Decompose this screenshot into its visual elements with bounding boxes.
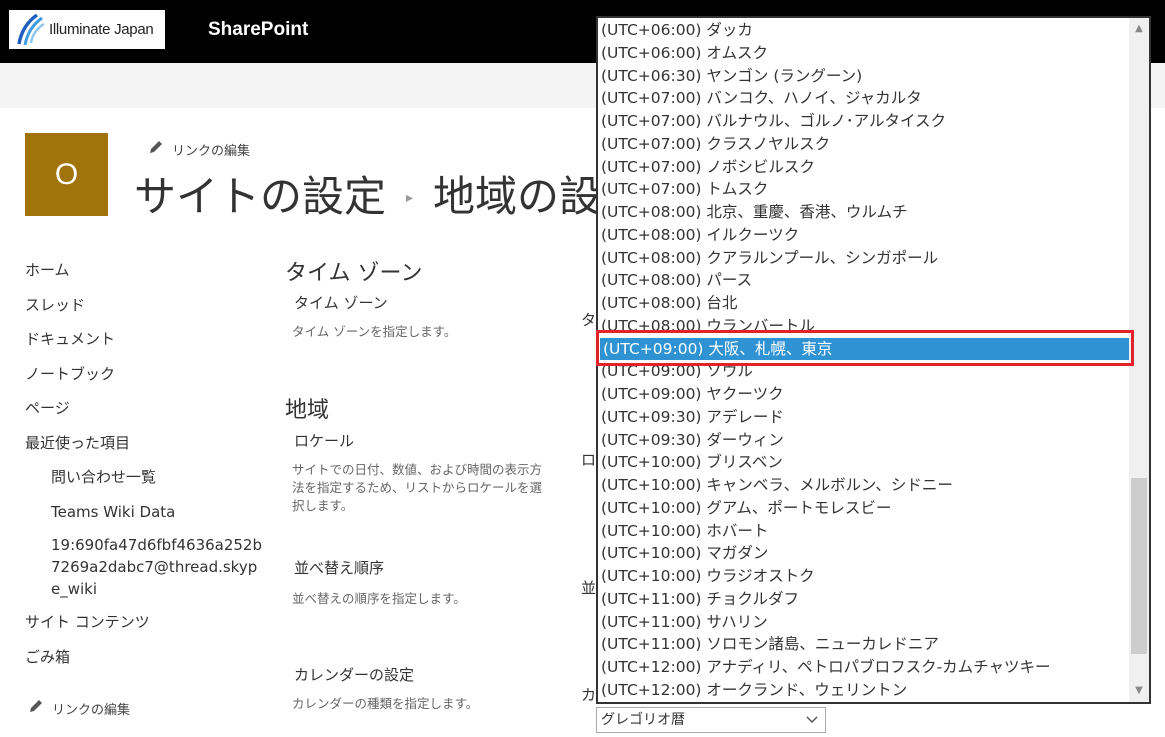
edit-links-label: リンクの編集 (172, 143, 251, 159)
edit-links-label: リンクの編集 (52, 702, 131, 718)
nav-item-documents[interactable]: ドキュメント (25, 327, 265, 362)
timezone-option[interactable]: (UTC+11:00) ソロモン諸島、ニューカレドニア (598, 633, 1129, 656)
quick-launch: ホーム スレッド ドキュメント ノートブック ページ 最近使った項目 問い合わせ… (25, 258, 265, 679)
timezone-option[interactable]: (UTC+10:00) ホバート (598, 520, 1129, 543)
site-logo[interactable]: O (25, 133, 108, 216)
calendar-select[interactable]: グレゴリオ暦 (596, 707, 826, 733)
timezone-option[interactable]: (UTC+09:30) ダーウィン (598, 429, 1129, 452)
calendar-label: カレンダーの設定 (294, 666, 415, 684)
nav-item-recent[interactable]: 最近使った項目 (25, 431, 265, 466)
nav-item-pages[interactable]: ページ (25, 396, 265, 431)
pencil-icon (148, 139, 164, 159)
company-logo[interactable]: Illuminate Japan (9, 10, 165, 49)
timezone-option[interactable]: (UTC+08:00) 台北 (598, 292, 1129, 315)
breadcrumb-site-settings[interactable]: サイトの設定 (134, 163, 386, 224)
nav-item-thread-wiki[interactable]: 19:690fa47d6fbf4636a252b7269a2dabc7@thre… (25, 534, 265, 610)
timezone-option[interactable]: (UTC+10:00) マガダン (598, 542, 1129, 565)
timezone-field-label: タ (581, 311, 597, 329)
breadcrumb-separator-icon: ▸ (406, 189, 414, 206)
timezone-option[interactable]: (UTC+07:00) トムスク (598, 178, 1129, 201)
calendar-description: カレンダーの種類を指定します。 (292, 696, 479, 711)
timezone-option[interactable]: (UTC+08:00) クアラルンプール、シンガポール (598, 247, 1129, 270)
calendar-select-value: グレゴリオ暦 (601, 712, 685, 728)
timezone-option[interactable]: (UTC+11:00) サハリン (598, 611, 1129, 634)
timezone-option[interactable]: (UTC+07:00) バンコク、ハノイ、ジャカルタ (598, 87, 1129, 110)
pencil-icon (28, 698, 44, 718)
scroll-thumb[interactable] (1131, 478, 1147, 654)
sort-order-description: 並べ替えの順序を指定します。 (292, 591, 466, 606)
edit-links-top[interactable]: リンクの編集 (148, 139, 250, 159)
timezone-option[interactable]: (UTC+06:00) オムスク (598, 42, 1129, 65)
locale-field-label: ロ (581, 451, 597, 469)
timezone-option[interactable]: (UTC+09:30) アデレード (598, 406, 1129, 429)
timezone-heading: タイム ゾーン (285, 261, 423, 286)
timezone-option[interactable]: (UTC+09:00) ヤクーツク (598, 383, 1129, 406)
timezone-option[interactable]: (UTC+08:00) イルクーツク (598, 224, 1129, 247)
chevron-down-icon (803, 708, 821, 737)
timezone-option[interactable]: (UTC+07:00) クラスノヤルスク (598, 133, 1129, 156)
app-name[interactable]: SharePoint (208, 19, 308, 41)
sort-field-label: 並 (581, 579, 597, 597)
nav-item-threads[interactable]: スレッド (25, 293, 265, 328)
edit-links-bottom[interactable]: リンクの編集 (28, 698, 130, 718)
timezone-option[interactable]: (UTC+06:00) ダッカ (598, 19, 1129, 42)
scroll-down-icon[interactable]: ▼ (1129, 682, 1149, 700)
sort-order-label: 並べ替え順序 (294, 559, 385, 577)
timezone-option[interactable]: (UTC+06:30) ヤンゴン (ラングーン) (598, 65, 1129, 88)
nav-item-teams-wiki[interactable]: Teams Wiki Data (25, 500, 265, 535)
timezone-option[interactable]: (UTC+07:00) ノボシビルスク (598, 156, 1129, 179)
nav-item-notebook[interactable]: ノートブック (25, 362, 265, 397)
selection-highlight-box (596, 330, 1134, 366)
timezone-option[interactable]: (UTC+12:00) オークランド、ウェリントン (598, 679, 1129, 702)
scroll-up-icon[interactable]: ▲ (1129, 20, 1149, 38)
timezone-option[interactable]: (UTC+10:00) ブリスベン (598, 451, 1129, 474)
nav-item-inquiries[interactable]: 問い合わせ一覧 (25, 465, 265, 500)
timezone-option[interactable]: (UTC+08:00) パース (598, 269, 1129, 292)
logo-mark-icon (13, 12, 47, 48)
timezone-option[interactable]: (UTC+08:00) 北京、重慶、香港、ウルムチ (598, 201, 1129, 224)
logo-text: Illuminate Japan (49, 21, 154, 38)
timezone-option[interactable]: (UTC+07:00) バルナウル、ゴルノ･アルタイスク (598, 110, 1129, 133)
nav-item-site-contents[interactable]: サイト コンテンツ (25, 610, 265, 645)
timezone-description: タイム ゾーンを指定します。 (292, 324, 457, 339)
region-heading: 地域 (285, 398, 330, 423)
timezone-option[interactable]: (UTC+12:00) アナディリ、ペトロパブロフスク-カムチャツキー (598, 656, 1129, 679)
nav-item-recycle-bin[interactable]: ごみ箱 (25, 645, 265, 680)
locale-description: サイトでの日付、数値、および時間の表示方法を指定するため、リストからロケールを選… (292, 462, 543, 513)
breadcrumb-current: 地域の設 (433, 172, 602, 221)
timezone-option[interactable]: (UTC+10:00) キャンベラ、メルボルン、シドニー (598, 474, 1129, 497)
locale-label: ロケール (294, 432, 355, 450)
timezone-option[interactable]: (UTC+11:00) チョクルダフ (598, 588, 1129, 611)
page-title: サイトの設定 ▸ 地域の設 (134, 163, 601, 224)
nav-item-home[interactable]: ホーム (25, 258, 265, 293)
timezone-label: タイム ゾーン (294, 294, 388, 312)
timezone-option[interactable]: (UTC+10:00) ウラジオストク (598, 565, 1129, 588)
timezone-option[interactable]: (UTC+10:00) グアム、ポートモレスビー (598, 497, 1129, 520)
calendar-field-label: カ (581, 686, 597, 704)
